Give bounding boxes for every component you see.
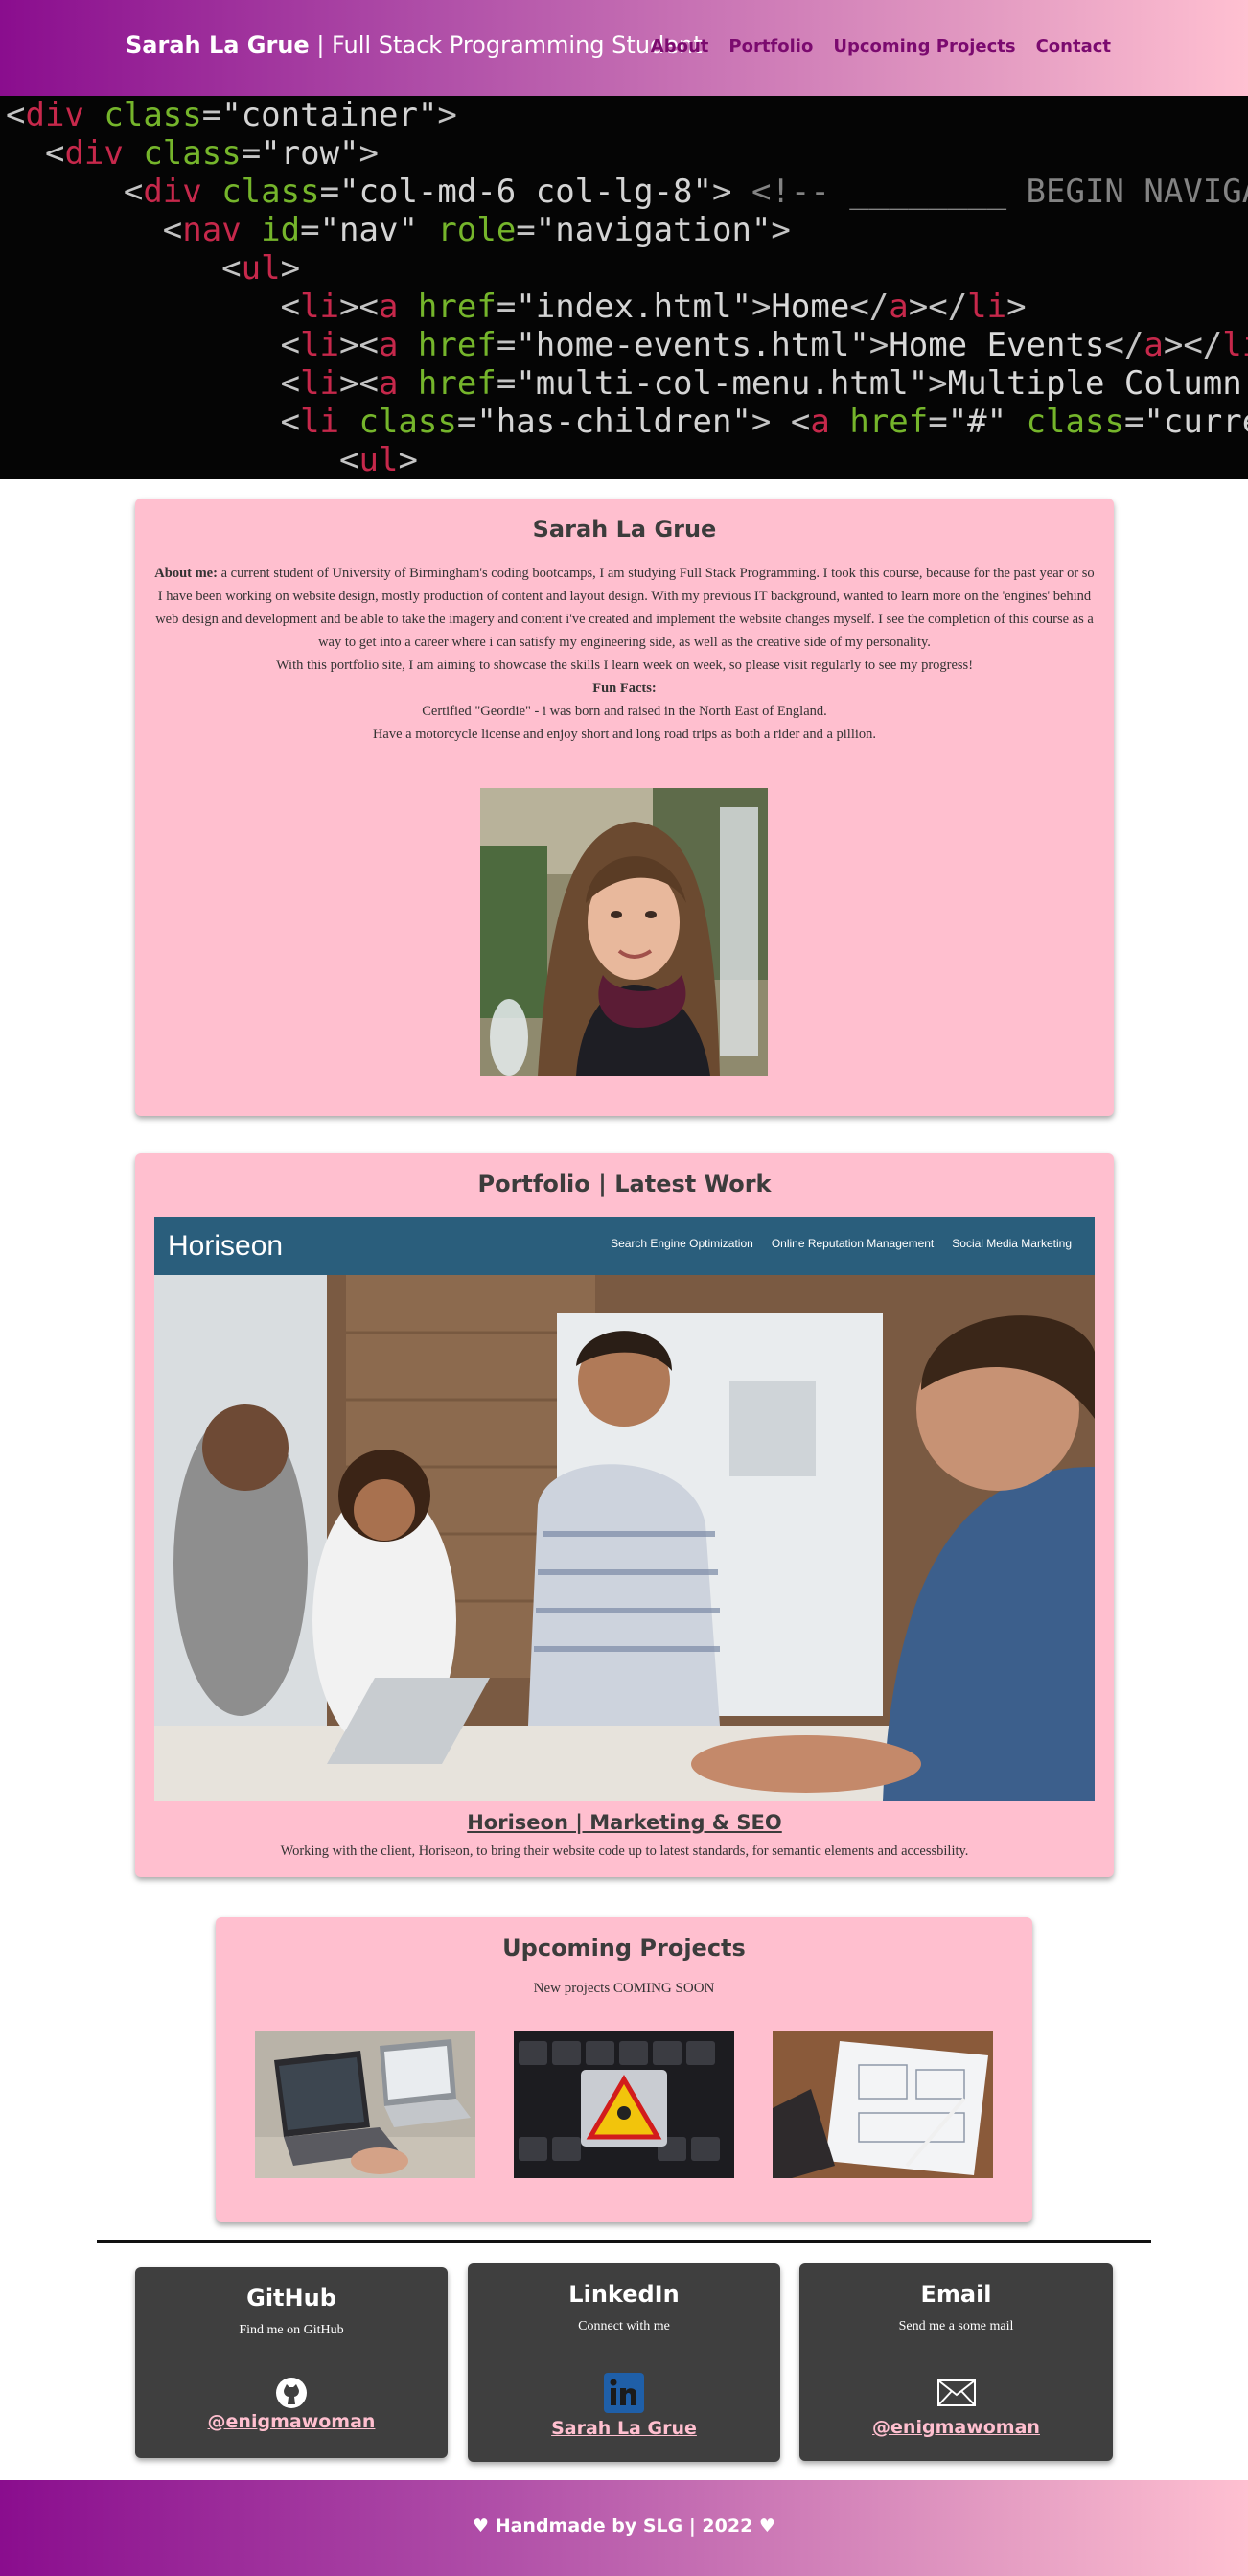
brand-tagline: Full Stack Programming Student [332, 32, 703, 58]
main-nav: About Portfolio Upcoming Projects Contac… [651, 36, 1111, 57]
portfolio-card: Portfolio | Latest Work Horiseon Search … [135, 1153, 1114, 1877]
linkedin-text: Connect with me [578, 2319, 670, 2333]
work-description: Working with the client, Horiseon, to br… [280, 1844, 969, 1859]
keyboard-warning-thumbnail [514, 2031, 734, 2178]
fun-fact-1: Certified "Geordie" - i was born and rai… [422, 704, 827, 719]
hero-code-banner: <div class="container"> <div class="row"… [0, 96, 1248, 479]
about-paragraph-2: With this portfolio site, I am aiming to… [275, 658, 974, 673]
linkedin-icon[interactable] [604, 2373, 644, 2413]
email-card: Email Send me a some mail @enigmawoman [799, 2263, 1113, 2461]
nav-link-contact[interactable]: Contact [1036, 36, 1111, 57]
wireframe-notebook-thumbnail [773, 2031, 993, 2178]
brand-separator: | [309, 32, 333, 58]
github-handle-link[interactable]: @enigmawoman [135, 2411, 448, 2432]
work-title-link[interactable]: Horiseon | Marketing & SEO [135, 1811, 1114, 1834]
about-paragraph-1: a current student of University of Birmi… [155, 566, 1095, 650]
hero-code-image: <div class="container"> <div class="row"… [6, 96, 1248, 479]
fun-fact-2: Have a motorcycle license and enjoy shor… [372, 727, 877, 742]
horiseon-nav: Search Engine Optimization Online Reputa… [611, 1237, 1072, 1250]
horiseon-nav-item: Online Reputation Management [771, 1237, 935, 1250]
profile-photo [480, 788, 768, 1076]
brand-name: Sarah La Grue [126, 32, 310, 58]
github-icon[interactable] [274, 2376, 309, 2410]
email-title: Email [920, 2281, 992, 2308]
site-footer: ♥ Handmade by SLG | 2022 ♥ [0, 2480, 1248, 2576]
upcoming-title: Upcoming Projects [502, 1935, 746, 1961]
nav-link-portfolio[interactable]: Portfolio [728, 36, 813, 57]
about-text: About me: a current student of Universit… [154, 562, 1095, 746]
portfolio-title: Portfolio | Latest Work [477, 1171, 772, 1197]
github-card: GitHub Find me on GitHub @enigmawoman [135, 2267, 448, 2458]
site-brand: Sarah La Grue | Full Stack Programming S… [126, 32, 703, 58]
linkedin-handle-link[interactable]: Sarah La Grue [468, 2418, 780, 2439]
linkedin-title: LinkedIn [568, 2281, 680, 2308]
coming-soon-text: New projects COMING SOON [533, 1981, 715, 1996]
horiseon-logo: Horiseon [168, 1230, 284, 1262]
email-text: Send me a some mail [898, 2319, 1014, 2333]
horiseon-header-bar: Horiseon Search Engine Optimization Onli… [154, 1217, 1095, 1275]
github-title: GitHub [246, 2285, 336, 2311]
laptops-thumbnail [255, 2031, 475, 2178]
site-header: Sarah La Grue | Full Stack Programming S… [0, 0, 1248, 96]
email-handle-link[interactable]: @enigmawoman [799, 2417, 1113, 2438]
github-text: Find me on GitHub [239, 2323, 344, 2337]
horiseon-screenshot-link[interactable]: Horiseon Search Engine Optimization Onli… [154, 1217, 1095, 1801]
footer-text: ♥ Handmade by SLG | 2022 ♥ [473, 2516, 775, 2537]
nav-link-upcoming-projects[interactable]: Upcoming Projects [833, 36, 1015, 57]
horiseon-team-photo [154, 1275, 1095, 1801]
about-lead: About me: [154, 566, 218, 581]
horiseon-nav-item: Search Engine Optimization [611, 1237, 753, 1250]
about-card: Sarah La Grue About me: a current studen… [135, 499, 1114, 1116]
upcoming-projects-card: Upcoming Projects New projects COMING SO… [216, 1917, 1032, 2222]
nav-link-about[interactable]: About [651, 36, 709, 57]
horiseon-nav-item: Social Media Marketing [952, 1237, 1072, 1250]
linkedin-card: LinkedIn Connect with me Sarah La Grue [468, 2263, 780, 2462]
section-divider [97, 2240, 1151, 2243]
upcoming-thumbnails [255, 2031, 993, 2178]
fun-facts-heading: Fun Facts: [592, 681, 657, 696]
envelope-icon[interactable] [937, 2379, 976, 2406]
about-title: Sarah La Grue [532, 516, 717, 543]
